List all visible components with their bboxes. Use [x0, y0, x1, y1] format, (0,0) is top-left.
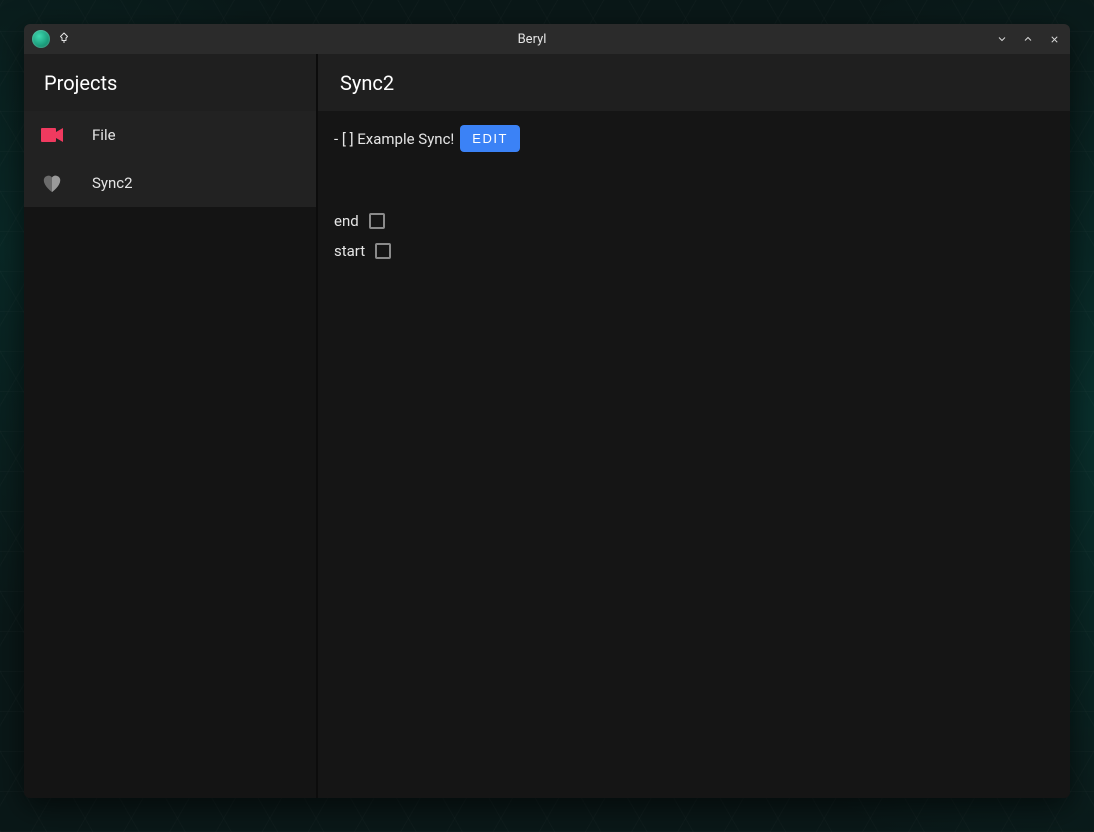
heart-icon [40, 171, 64, 195]
checkbox-row-end: end [334, 212, 1054, 230]
maximize-icon[interactable] [1020, 31, 1036, 47]
minimize-icon[interactable] [994, 31, 1010, 47]
main-panel: Sync2 - [ ] Example Sync! EDIT end start [318, 54, 1070, 798]
sidebar: Projects File [24, 54, 316, 798]
sidebar-header: Projects [24, 54, 316, 111]
app-window: Beryl Projects [24, 24, 1070, 798]
sidebar-empty-area [24, 207, 316, 798]
checkbox-label: end [334, 212, 359, 230]
pin-icon[interactable] [58, 32, 70, 47]
checkbox-start[interactable] [375, 243, 391, 259]
checkbox-label: start [334, 242, 365, 260]
checkbox-end[interactable] [369, 213, 385, 229]
close-icon[interactable] [1046, 31, 1062, 47]
sidebar-list: File Sync2 [24, 111, 316, 207]
task-row: - [ ] Example Sync! EDIT [334, 125, 1054, 152]
main-body: - [ ] Example Sync! EDIT end start [318, 111, 1070, 798]
sidebar-item-file[interactable]: File [24, 111, 316, 159]
camera-icon [40, 123, 64, 147]
app-icon [32, 30, 50, 48]
checkbox-row-start: start [334, 242, 1054, 260]
edit-button[interactable]: EDIT [460, 125, 520, 152]
task-text: - [ ] Example Sync! [334, 130, 454, 148]
main-title: Sync2 [318, 54, 1070, 111]
sidebar-item-sync2[interactable]: Sync2 [24, 159, 316, 207]
titlebar: Beryl [24, 24, 1070, 54]
sidebar-item-label: Sync2 [92, 174, 133, 192]
window-title: Beryl [70, 32, 994, 47]
sidebar-item-label: File [92, 126, 116, 144]
content-area: Projects File [24, 54, 1070, 798]
